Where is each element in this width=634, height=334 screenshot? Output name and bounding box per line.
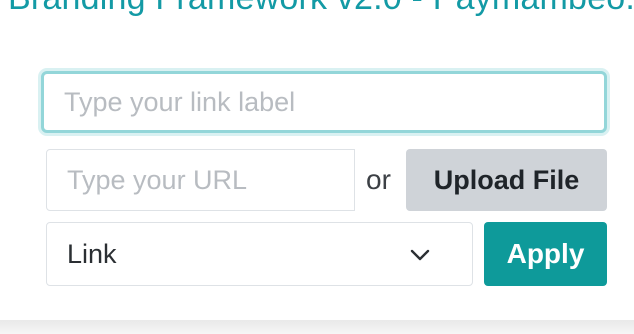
link-label-input[interactable] bbox=[41, 71, 607, 133]
link-type-select[interactable]: Link bbox=[46, 222, 473, 286]
upload-file-button[interactable]: Upload File bbox=[406, 149, 607, 211]
apply-button[interactable]: Apply bbox=[484, 222, 607, 286]
link-popover: or Upload File Link Apply bbox=[0, 36, 634, 320]
link-type-selected-value: Link bbox=[67, 239, 117, 269]
page: Branding Framework v2.0 - Paymambeo... o… bbox=[0, 0, 634, 334]
background-page-title: Branding Framework v2.0 - Paymambeo... bbox=[8, 0, 634, 18]
link-url-input[interactable] bbox=[46, 149, 355, 211]
or-separator: or bbox=[366, 164, 391, 195]
chevron-down-icon bbox=[410, 249, 430, 261]
popover-bottom-shadow bbox=[0, 320, 634, 334]
background-page-header: Branding Framework v2.0 - Paymambeo... bbox=[0, 0, 634, 36]
